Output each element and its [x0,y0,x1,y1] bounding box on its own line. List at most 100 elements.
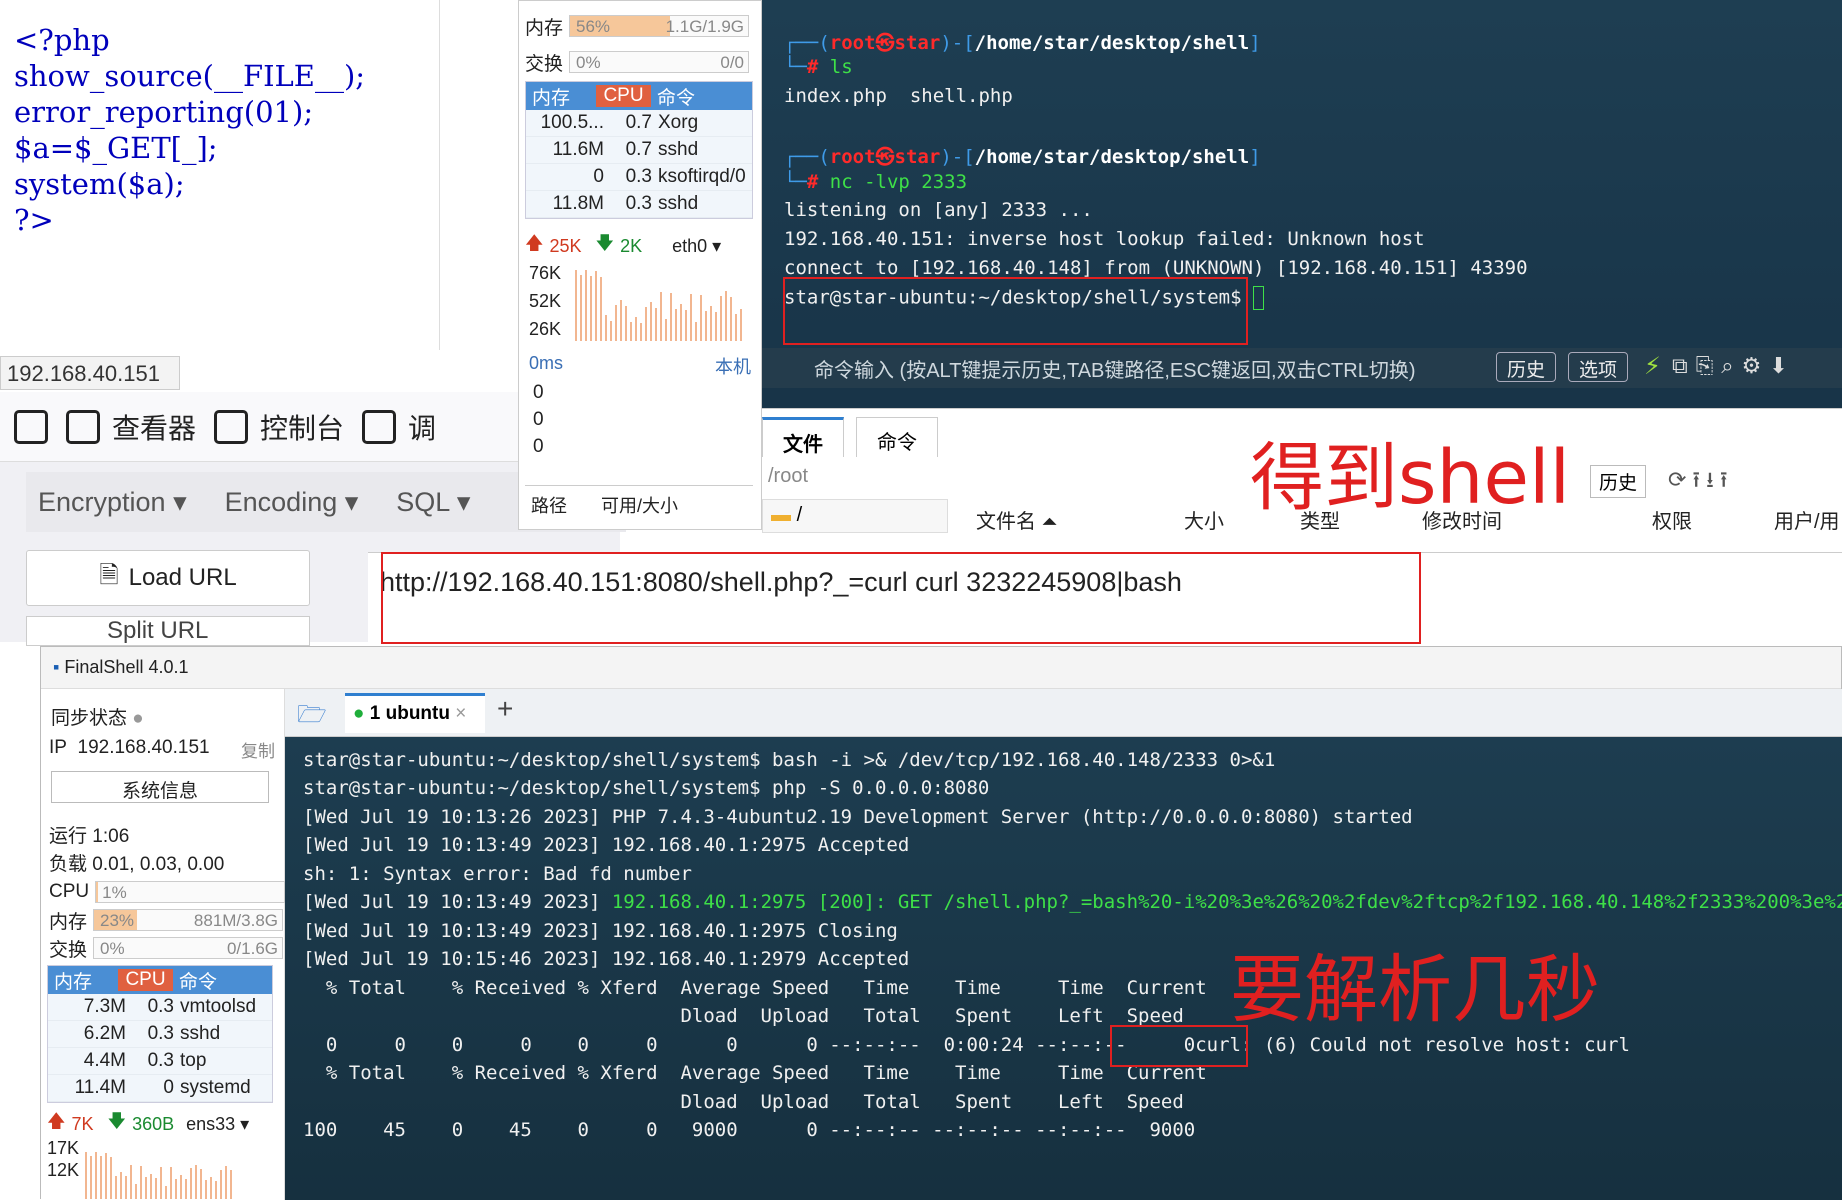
mem-bar: 23% 881M/3.8G [93,909,284,931]
spark-bar [600,276,602,341]
spark-bar [100,1156,102,1199]
close-icon[interactable]: × [455,703,466,724]
app-icon: ▪ [53,657,60,677]
process-row[interactable]: 6.2M 0.3 sshd [48,1021,272,1048]
terminal-line: star@star-ubuntu:~/desktop/shell/system$… [303,749,1276,771]
cpu-row: CPU 1% [49,879,286,905]
tab-files[interactable]: 文件 [762,417,844,457]
spark-bar [715,312,717,341]
swap-bar: 0% 0/1.6G [93,937,284,959]
php-source-page: <?php show_source(__FILE__); error_repor… [0,0,440,390]
spark-bar [175,1178,177,1199]
iface-select[interactable]: ens33 ▾ [186,1114,249,1135]
options-button[interactable]: 选项 [1568,352,1629,382]
add-tab-button[interactable]: + [497,693,513,725]
output-line: index.php shell.php [784,85,1013,107]
spark-bar [205,1180,207,1199]
spark-bar [675,309,677,341]
process-row[interactable]: 0 0.3 ksoftirqd/0 [526,164,752,191]
col-size[interactable]: 大小 [1184,505,1224,534]
php-source-code: <?php show_source(__FILE__); error_repor… [14,23,366,237]
spark-bar [185,1179,187,1199]
spark-bar [230,1170,232,1199]
terminal-line: % Total % Received % Xferd Average Speed… [303,1062,1207,1084]
spark-bar [90,1155,92,1199]
output-line: connect to [192.168.40.148] from (UNKNOW… [784,257,1528,279]
spark-bar [120,1172,122,1199]
terminal-top[interactable]: ┌──(root㉿star)-[/home/star/desktop/shell… [762,0,1842,408]
swap-row: 交换 0% 0/0 [525,49,750,75]
sysinfo-button[interactable]: 系统信息 [51,771,269,803]
tab-ubuntu[interactable]: ● 1 ubuntu × [345,693,485,733]
tab-inspector[interactable]: 查看器 [66,407,196,447]
terminal-line: star@star-ubuntu:~/desktop/shell/system$… [303,777,990,799]
spark-bar [720,296,722,341]
command-line: └─# ls [784,56,853,78]
connected-dot-icon: ● [353,703,365,724]
spark-bar [585,270,587,341]
terminal-line: Dload Upload Total Spent Left Speed [303,1091,1184,1113]
spark-bar [125,1176,127,1199]
tab-commands[interactable]: 命令 [856,417,938,457]
process-row[interactable]: 7.3M 0.3 vmtoolsd [48,994,272,1021]
process-row[interactable]: 100.5... 0.7 Xorg [526,110,752,137]
debugger-icon [362,409,397,444]
iface-select[interactable]: eth0 ▾ [672,236,721,257]
spark-bar [730,297,732,341]
split-url-button[interactable]: Split URL [26,616,310,646]
spark-bar [195,1164,197,1199]
history-button[interactable]: 历史 [1590,465,1647,498]
upload-arrow-icon: 🡅 [47,1111,66,1131]
spark-bar [575,269,577,341]
spark-bar [700,294,702,341]
copy-button[interactable]: 复制 [241,737,275,762]
output-line: listening on [any] 2333 ... [784,199,1093,221]
spark-bar [150,1173,152,1199]
file-toolbar-icons[interactable]: ⟳⭱⭳⭱ [1668,463,1734,501]
spark-bar [725,291,727,341]
path-field[interactable]: /root [768,465,808,488]
spark-bar [705,311,707,341]
command-line: └─# nc -lvp 2333 [784,171,968,193]
element-picker-icon[interactable] [14,409,48,444]
spark-bar [95,1152,97,1199]
process-row[interactable]: 4.4M 0.3 top [48,1048,272,1075]
load-url-icon: 🗎 [99,561,119,589]
spark-bar [605,315,607,341]
load-url-button[interactable]: 🗎 Load URL [26,550,310,606]
process-row[interactable]: 11.8M 0.3 sshd [526,191,752,218]
annotation-got-shell: 得到shell [1250,435,1571,521]
sql-menu[interactable]: SQL ▾ [396,487,470,518]
col-filename[interactable]: 文件名 ⏶ [976,505,1058,534]
net-ticks: 17K 12K [47,1138,80,1180]
terminal-line: % Total % Received % Xferd Average Speed… [303,977,1207,999]
uptime: 运行 1:06 [49,826,130,847]
spark-bar [625,305,627,341]
spark-bar [690,294,692,341]
terminal-line: [Wed Jul 19 10:13:49 2023] 192.168.40.1:… [303,834,910,856]
spark-bar [680,304,682,341]
net-sparkline [575,263,742,341]
folder-open-icon[interactable]: 🗁 [297,697,327,738]
encryption-menu[interactable]: Encryption ▾ [38,487,187,518]
folder-icon: ▬ [771,504,791,526]
terminal-line: [Wed Jul 19 10:13:49 2023] 192.168.40.1:… [303,920,898,942]
spark-bar [200,1168,202,1199]
col-perms[interactable]: 权限 [1652,505,1692,534]
highlight-box-shell [783,277,1248,345]
spark-bar [660,292,662,341]
process-row[interactable]: 11.4M 0 systemd [48,1075,272,1102]
load-avg: 负载 0.01, 0.03, 0.00 [49,854,225,875]
tab-console[interactable]: 控制台 [214,407,344,447]
process-row[interactable]: 11.6M 0.7 sshd [526,137,752,164]
process-table-header: 内存 CPU 命令 [48,966,272,994]
toolbar-icons[interactable]: ⧉⎘⌕⚙⬇ [1672,354,1796,379]
folder-tree[interactable]: ▬ / [762,499,948,533]
bolt-icon[interactable]: ⚡ [1644,352,1661,380]
spark-bar [670,292,672,341]
history-button[interactable]: 历史 [1496,352,1557,382]
encoding-menu[interactable]: Encoding ▾ [225,487,359,518]
col-owner[interactable]: 用户/用 [1774,505,1840,534]
tab-debugger[interactable]: 调 [362,407,436,447]
terminal-bottom[interactable]: star@star-ubuntu:~/desktop/shell/system$… [285,737,1842,1200]
